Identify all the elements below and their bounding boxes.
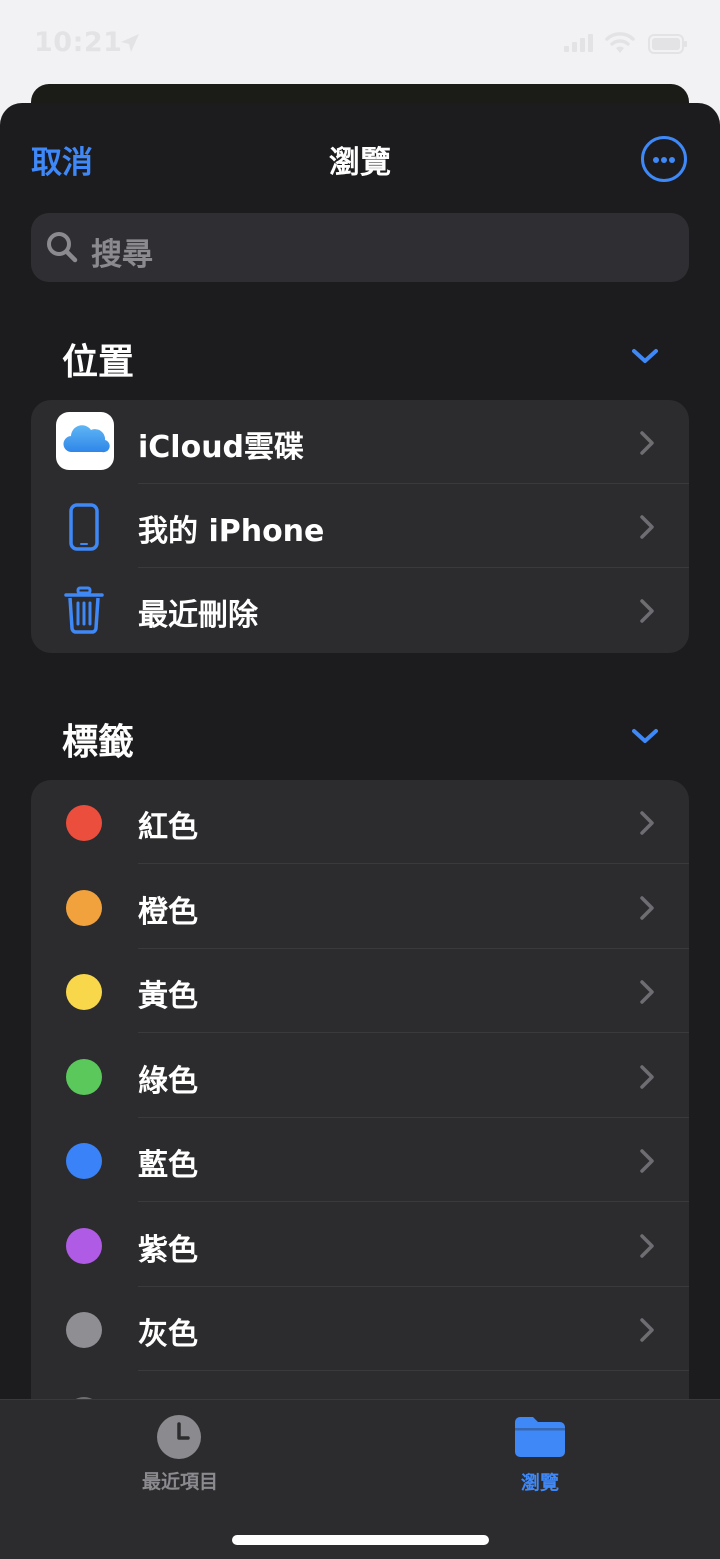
location-item-icloud[interactable]: iCloud雲碟 — [31, 400, 689, 484]
chevron-right-icon — [640, 431, 654, 455]
page-title: 瀏覽 — [329, 145, 391, 181]
chevron-right-icon — [640, 980, 654, 1004]
tag-label: 藍色 — [138, 1148, 198, 1183]
locations-list: iCloud雲碟 我的 iPhone 最近刪除 — [31, 400, 689, 653]
tag-color-dot-icon — [66, 1058, 102, 1095]
tag-item[interactable]: 藍色 — [31, 1118, 689, 1202]
chevron-right-icon — [640, 1149, 654, 1173]
wifi-icon — [605, 32, 635, 53]
tag-item[interactable]: 橙色 — [31, 865, 689, 949]
location-arrow-icon — [121, 34, 139, 52]
tag-color-dot-icon — [66, 1312, 102, 1348]
chevron-right-icon — [640, 515, 654, 539]
icloud-icon — [56, 412, 114, 470]
chevron-right-icon — [640, 599, 654, 623]
tag-label: 綠色 — [138, 1063, 198, 1099]
cellular-signal-icon — [564, 34, 593, 52]
more-options-button[interactable] — [641, 136, 687, 182]
tag-color-dot-icon — [66, 1227, 102, 1264]
tag-label: 灰色 — [138, 1317, 198, 1352]
locations-heading: 位置 — [62, 342, 135, 383]
location-item-recently-deleted[interactable]: 最近刪除 — [31, 568, 689, 652]
location-label: 最近刪除 — [138, 598, 258, 633]
tag-color-dot-icon — [66, 1143, 102, 1179]
tag-item[interactable]: 紅色 — [31, 780, 689, 864]
tag-item[interactable]: 灰色 — [31, 1287, 689, 1371]
tab-label: 瀏覽 — [521, 1472, 560, 1494]
tag-label: 黃色 — [138, 979, 198, 1014]
tab-browse[interactable]: 瀏覽 — [500, 1400, 580, 1500]
chevron-down-icon[interactable] — [631, 725, 659, 747]
chevron-right-icon — [640, 1064, 654, 1089]
search-placeholder: 搜尋 — [91, 237, 153, 273]
more-dot-icon — [669, 157, 675, 163]
tab-label: 最近項目 — [142, 1471, 219, 1493]
folder-icon — [515, 1417, 565, 1457]
trash-icon — [64, 586, 104, 634]
tags-list: 紅色橙色黃色綠色藍色紫色灰色 — [31, 780, 689, 1480]
tab-bar: 最近項目 瀏覽 — [0, 1399, 720, 1559]
chevron-right-icon — [640, 811, 654, 835]
tab-recents[interactable]: 最近項目 — [120, 1400, 238, 1500]
chevron-right-icon — [640, 1233, 654, 1258]
more-dot-icon — [661, 157, 667, 163]
location-label: iCloud雲碟 — [138, 430, 305, 465]
status-bar: 10:21 — [0, 0, 720, 84]
chevron-right-icon — [640, 895, 654, 920]
search-input[interactable]: 搜尋 — [31, 213, 689, 282]
tag-label: 紅色 — [138, 810, 198, 845]
iphone-icon — [69, 503, 99, 551]
tag-label: 紫色 — [138, 1232, 198, 1268]
home-indicator — [232, 1535, 489, 1545]
tag-color-dot-icon — [66, 805, 102, 841]
location-item-iphone[interactable]: 我的 iPhone — [31, 484, 689, 568]
search-icon — [47, 232, 78, 263]
tag-color-dot-icon — [66, 889, 102, 926]
location-label: 我的 iPhone — [138, 514, 325, 549]
tag-item[interactable]: 紫色 — [31, 1203, 689, 1287]
tags-heading: 標籤 — [62, 722, 135, 763]
chevron-right-icon — [640, 1318, 654, 1342]
tag-color-dot-icon — [66, 974, 102, 1010]
chevron-down-icon[interactable] — [631, 345, 659, 367]
tag-label: 橙色 — [138, 894, 198, 930]
browse-sheet: 取消 瀏覽 搜尋 位置 iCloud雲碟 我的 iPhone 最近刪除 標籤 紅… — [0, 103, 720, 1559]
clock-icon — [157, 1415, 201, 1459]
tag-item[interactable]: 黃色 — [31, 949, 689, 1033]
tag-item[interactable]: 綠色 — [31, 1034, 689, 1118]
more-dot-icon — [653, 157, 659, 163]
battery-icon — [648, 34, 687, 54]
status-time: 10:21 — [34, 27, 123, 58]
